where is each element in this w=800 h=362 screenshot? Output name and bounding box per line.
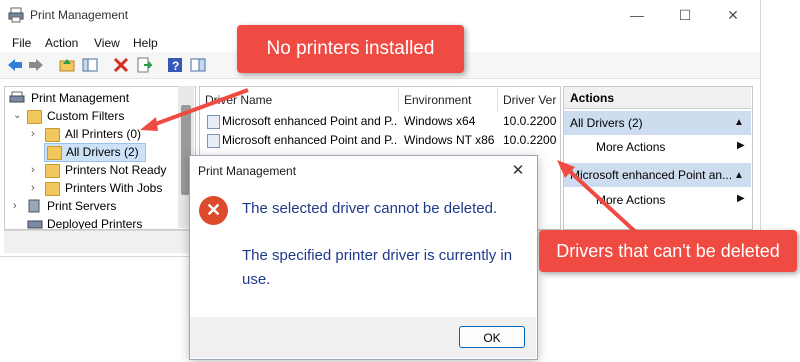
arrow-to-driver-list: [557, 160, 642, 238]
callout-no-printers: No printers installed: [237, 25, 464, 73]
arrow-to-all-printers: [140, 88, 249, 131]
callout-drivers-cannot-delete: Drivers that can't be deleted: [539, 230, 797, 272]
